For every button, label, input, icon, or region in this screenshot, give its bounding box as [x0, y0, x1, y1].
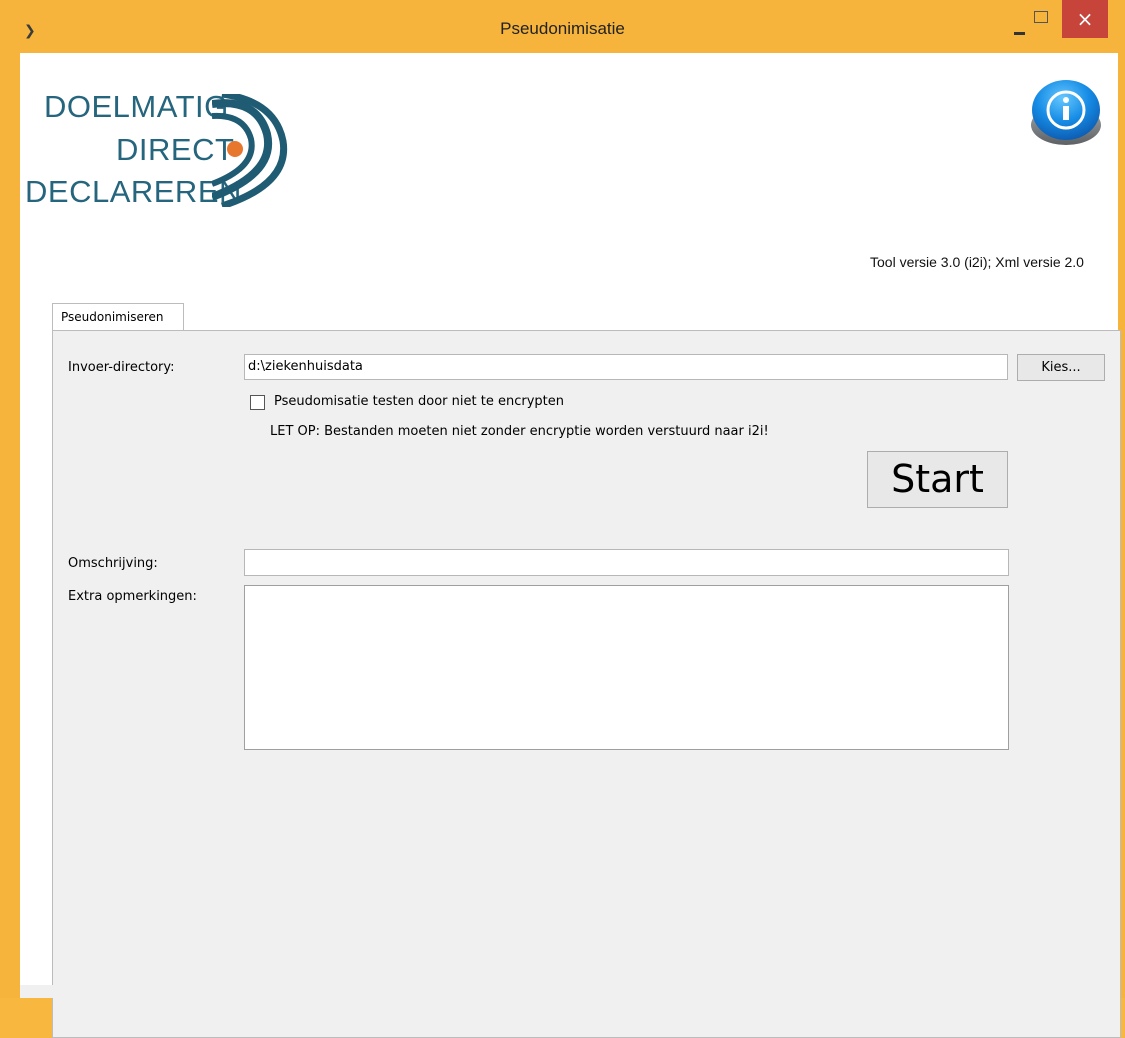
logo-arc-mark: [212, 94, 288, 207]
close-button[interactable]: ×: [1062, 0, 1108, 38]
window-title: Pseudonimisatie: [500, 19, 625, 38]
version-text: Tool versie 3.0 (i2i); Xml versie 2.0: [870, 254, 1084, 270]
minimize-button[interactable]: [1014, 17, 1026, 35]
start-button[interactable]: Start: [867, 451, 1008, 508]
encryption-warning: LET OP: Bestanden moeten niet zonder enc…: [270, 424, 769, 439]
test-without-encryption-label: Pseudomisatie testen door niet te encryp…: [274, 394, 564, 409]
extra-remarks-textarea[interactable]: [244, 585, 1009, 750]
logo-orange-dot: [227, 141, 243, 157]
app-window: ❯ Pseudonimisatie × DOELMATIG DIRECT DEC…: [0, 0, 1125, 1038]
window-bottom-strip: [20, 985, 1118, 998]
input-directory-field[interactable]: d:\ziekenhuisdata: [244, 354, 1008, 380]
main-client-area: DOELMATIG DIRECT DECLAREREN Tool versie …: [20, 53, 1121, 1038]
description-field[interactable]: [244, 549, 1009, 576]
extra-remarks-label: Extra opmerkingen:: [68, 589, 197, 604]
description-label: Omschrijving:: [68, 556, 158, 571]
tab-panel-pseudonimiseren: Invoer-directory: d:\ziekenhuisdata Kies…: [52, 330, 1121, 1038]
logo-line-doelmatig: DOELMATIG: [44, 89, 229, 124]
choose-directory-button[interactable]: Kies...: [1017, 354, 1105, 381]
test-without-encryption-checkbox[interactable]: [250, 395, 265, 410]
tab-pseudonimiseren[interactable]: Pseudonimiseren: [52, 303, 184, 331]
minimize-icon: [1014, 32, 1025, 35]
title-bar[interactable]: ❯ Pseudonimisatie ×: [0, 0, 1125, 53]
maximize-button[interactable]: [1034, 11, 1048, 23]
logo-line-declareren: DECLAREREN: [25, 174, 242, 209]
input-directory-label: Invoer-directory:: [68, 360, 175, 375]
info-icon[interactable]: [1026, 75, 1106, 151]
